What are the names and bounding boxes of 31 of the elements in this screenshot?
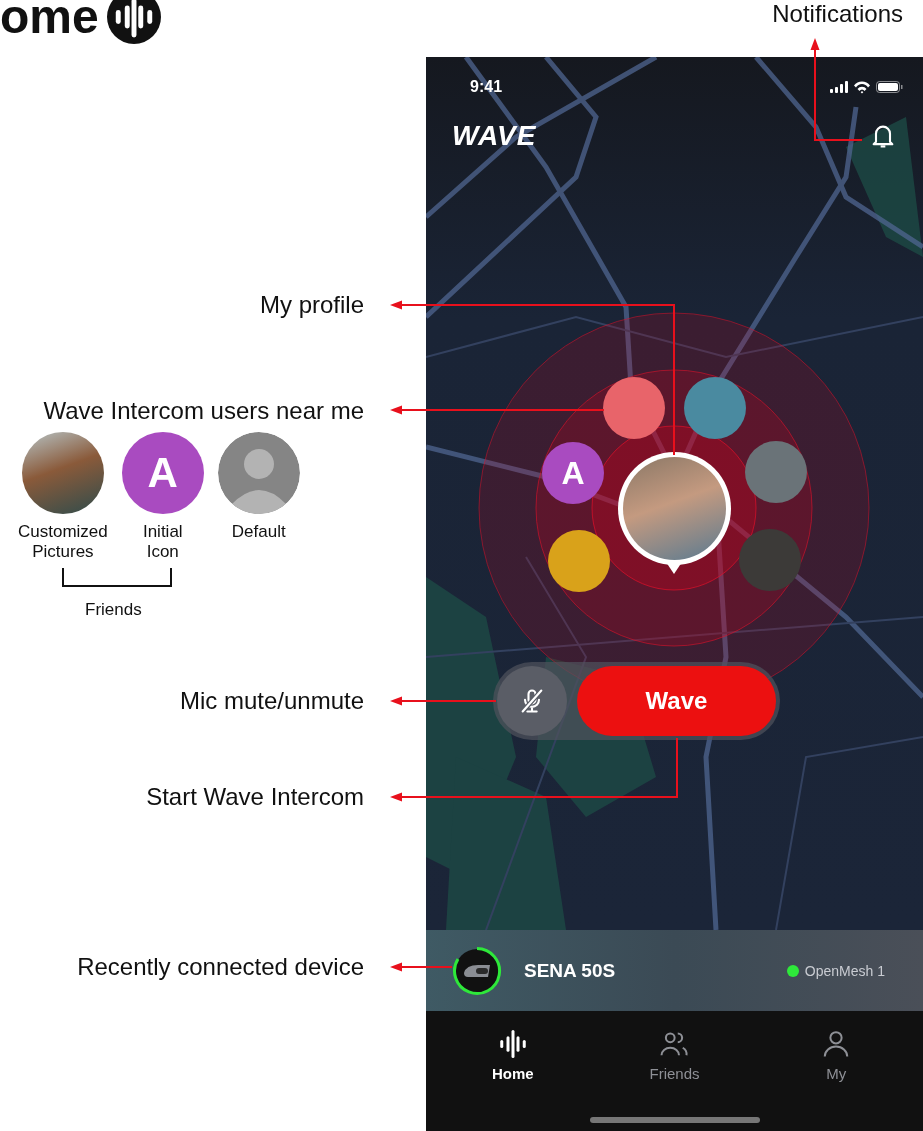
headset-device-icon	[452, 945, 502, 996]
device-bar[interactable]: SENA 50S OpenMesh 1	[426, 930, 923, 1011]
annotation-label: Start Wave Intercom	[146, 783, 364, 811]
group-caption: Friends	[85, 600, 143, 620]
wifi-icon	[853, 80, 871, 94]
initial-avatar: A	[121, 432, 204, 514]
annotation-label: Recently connected device	[77, 953, 364, 981]
annotation-label: Notifications	[772, 0, 903, 28]
mic-off-icon	[518, 687, 546, 715]
annotation-label: Wave Intercom users near me	[43, 397, 364, 425]
avatar-caption: Customized Pictures	[18, 522, 108, 562]
mic-button[interactable]	[497, 666, 567, 736]
channel-label: OpenMesh 1	[804, 962, 885, 979]
status-time: 9:41	[470, 78, 504, 96]
sound-wave-icon	[106, 0, 161, 44]
tab-button[interactable]: Home	[452, 1029, 573, 1109]
tab-button[interactable]: Friends	[614, 1029, 735, 1109]
device-name: SENA 50S	[524, 959, 617, 982]
signal-icon	[830, 81, 848, 93]
avatar-caption: Initial Icon	[141, 522, 184, 562]
wave-button[interactable]: Wave	[577, 666, 776, 736]
leader-line	[390, 962, 453, 972]
battery-icon	[876, 81, 903, 93]
annotation-label: Mic mute/unmute	[179, 687, 364, 715]
annotation-label: My profile	[259, 291, 364, 319]
sound-wave-icon	[497, 1029, 528, 1059]
avatar-caption: Default	[231, 522, 286, 542]
page-title: ome	[0, 0, 99, 45]
app-logo: WAVE	[452, 120, 537, 152]
default-avatar-icon	[217, 432, 300, 514]
tab-button[interactable]: My	[776, 1029, 897, 1109]
